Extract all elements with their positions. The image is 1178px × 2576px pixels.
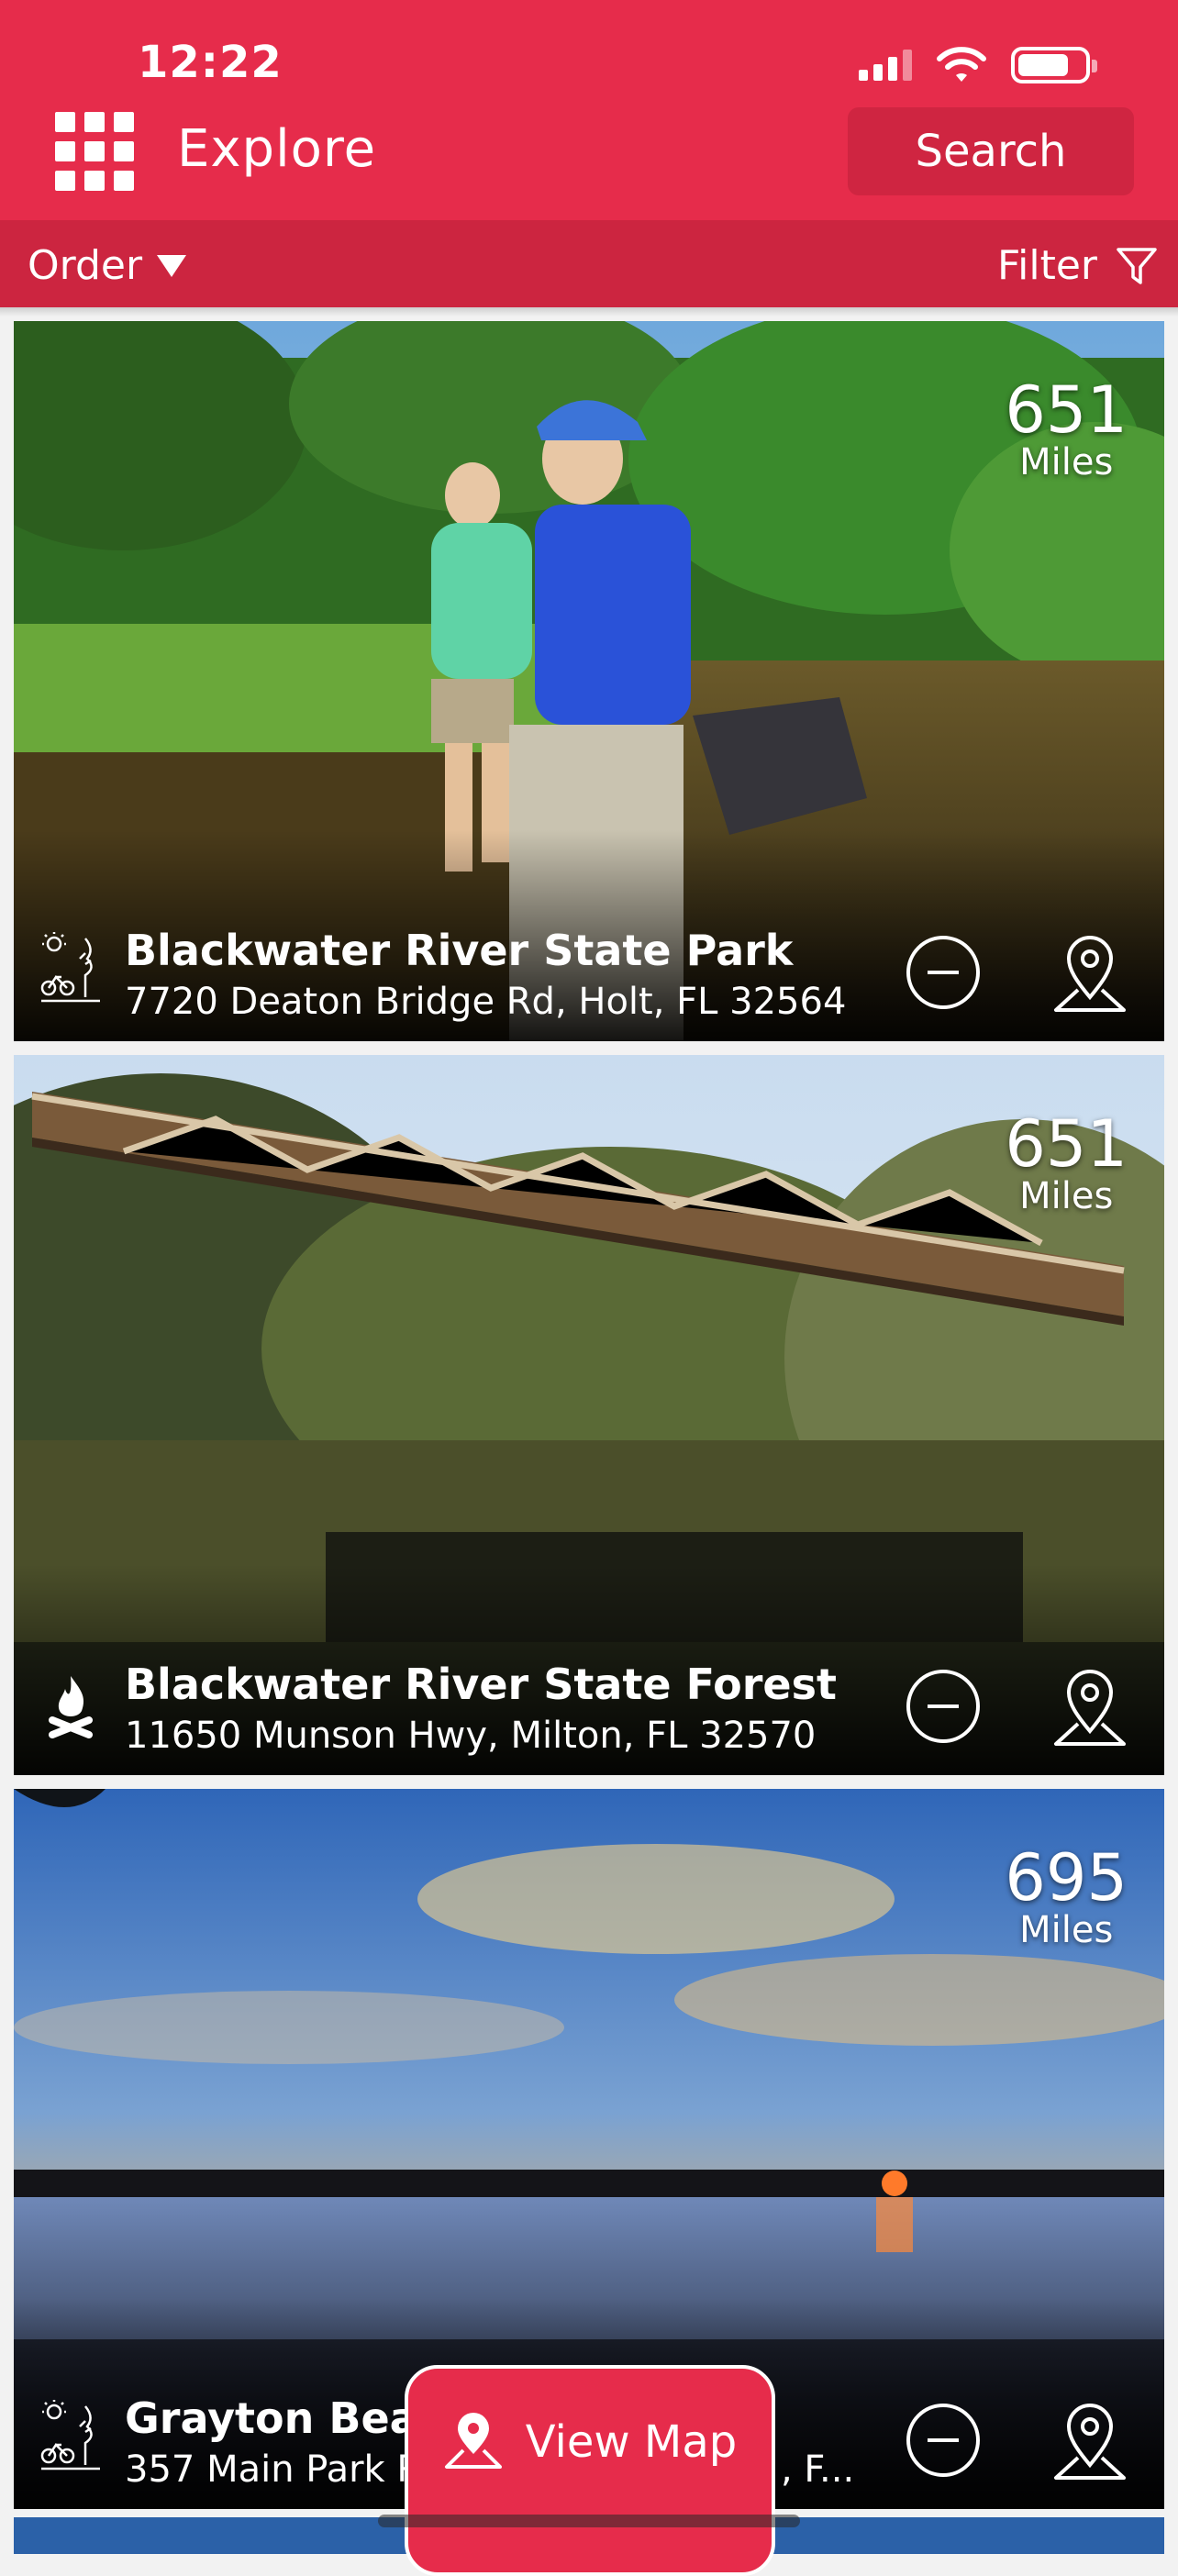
order-dropdown[interactable]: Order	[28, 242, 187, 289]
view-map-button[interactable]: View Map	[405, 2365, 775, 2576]
place-card[interactable]: 651 Miles Blackwater River State Forest …	[14, 1055, 1164, 1775]
place-name: Grayton Beac	[125, 2393, 443, 2443]
distance-badge: 651 Miles	[1005, 1110, 1128, 1215]
view-map-content: View Map	[408, 2369, 772, 2515]
battery-icon	[1011, 47, 1097, 83]
place-address: 357 Main Park R	[125, 2448, 422, 2491]
wifi-icon	[937, 47, 986, 82]
status-icons	[859, 46, 1097, 84]
park-activities-icon	[40, 2400, 100, 2471]
status-time: 12:22	[138, 37, 283, 88]
distance-value: 695	[1005, 1840, 1128, 1915]
divider	[0, 307, 1178, 316]
place-card[interactable]: 651 Miles Blackwater River State Park 77…	[14, 321, 1164, 1041]
app-header: 12:22 Explore Search	[0, 0, 1178, 220]
filter-funnel-icon	[1117, 247, 1157, 284]
filter-button[interactable]: Filter	[997, 242, 1158, 289]
distance-unit: Miles	[1019, 1909, 1114, 1951]
distance-unit: Miles	[1019, 441, 1114, 483]
map-pin-icon[interactable]	[1050, 933, 1129, 1016]
home-indicator[interactable]	[378, 2515, 800, 2527]
place-name: Blackwater River State Forest	[125, 1660, 838, 1709]
campfire-icon	[49, 1676, 93, 1738]
distance-unit: Miles	[1019, 1175, 1114, 1217]
place-address-tail: , F...	[781, 2448, 855, 2491]
remove-circle-icon[interactable]	[904, 1667, 983, 1746]
order-label: Order	[28, 242, 143, 289]
view-map-label: View Map	[525, 2416, 738, 2468]
page-title: Explore	[177, 119, 377, 179]
place-address-start: 357 Main Park R	[125, 2448, 423, 2491]
place-name: Blackwater River State Park	[125, 926, 794, 975]
remove-circle-icon[interactable]	[904, 933, 983, 1012]
map-pin-icon[interactable]	[1050, 1667, 1129, 1749]
menu-grid-icon[interactable]	[55, 112, 134, 191]
map-pin-icon	[444, 2413, 502, 2469]
distance-value: 651	[1005, 1106, 1128, 1182]
cellular-signal-icon	[859, 50, 912, 81]
place-address: 11650 Munson Hwy, Milton, FL 32570	[125, 1715, 817, 1757]
filter-label: Filter	[997, 242, 1097, 289]
place-address: 7720 Deaton Bridge Rd, Holt, FL 32564	[125, 981, 847, 1023]
park-activities-icon	[40, 932, 100, 1003]
remove-circle-icon[interactable]	[904, 2401, 983, 2480]
map-pin-icon[interactable]	[1050, 2401, 1129, 2483]
search-button[interactable]: Search	[848, 107, 1134, 195]
distance-badge: 651 Miles	[1005, 376, 1128, 481]
triangle-down-icon	[157, 254, 187, 277]
distance-value: 651	[1005, 372, 1128, 448]
sort-filter-bar: Order Filter	[0, 220, 1178, 307]
distance-badge: 695 Miles	[1005, 1844, 1128, 1949]
